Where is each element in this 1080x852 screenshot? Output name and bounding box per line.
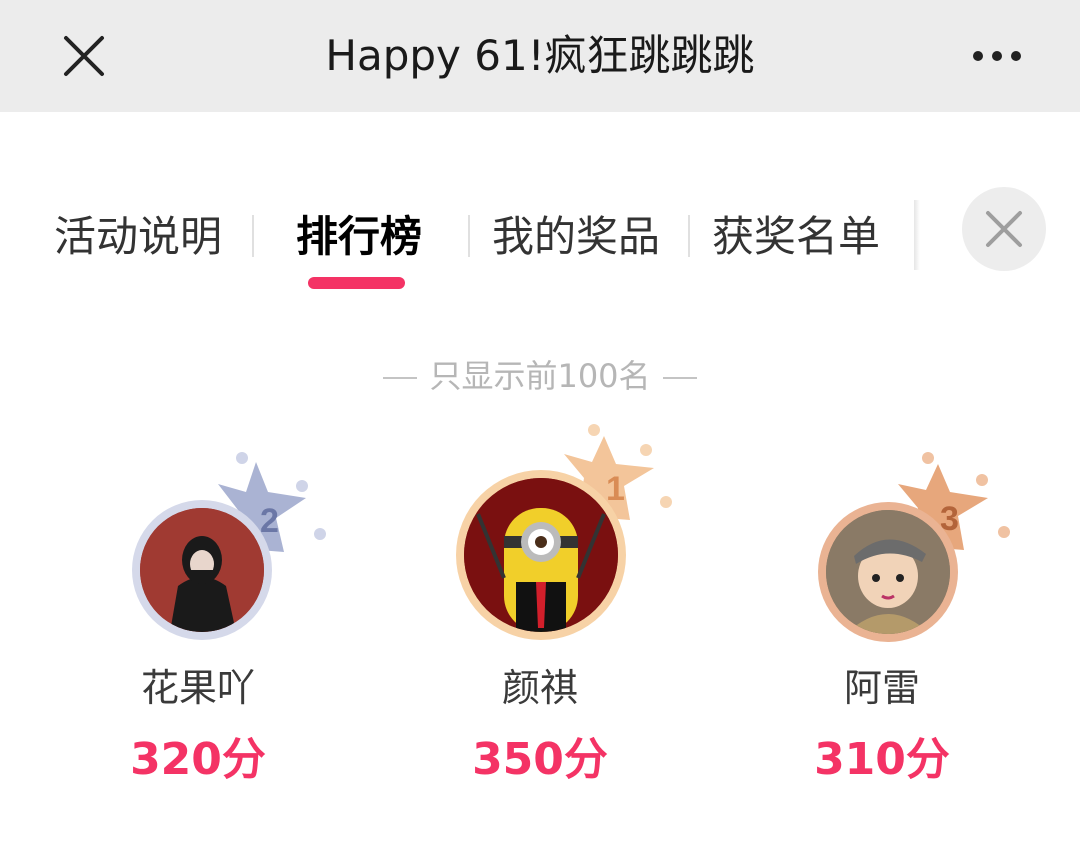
tab-activity-info[interactable]: 活动说明 [54, 211, 222, 263]
avatar [826, 510, 950, 634]
tab-scroll-fade [914, 200, 920, 270]
leaderboard-notice: 只显示前100名 [0, 354, 1080, 398]
player-score: 310分 [814, 734, 950, 785]
top-nav-bar: Happy 61!疯狂跳跳跳 [0, 0, 1080, 112]
svg-text:2: 2 [260, 502, 279, 540]
tab-divider [468, 215, 470, 257]
notice-text: 只显示前100名 [429, 357, 651, 395]
close-icon[interactable] [962, 187, 1046, 271]
avatar [464, 478, 618, 632]
divider-line [662, 377, 697, 379]
leaderboard-entry-rank-2[interactable]: 2 花果吖 320分 [68, 440, 328, 800]
page-title: Happy 61!疯狂跳跳跳 [325, 31, 755, 80]
divider-line [383, 377, 418, 379]
player-score: 350分 [472, 734, 608, 785]
player-score: 320分 [130, 734, 266, 785]
active-tab-indicator [308, 277, 405, 289]
tab-divider [252, 215, 254, 257]
more-dots-icon[interactable] [972, 36, 1022, 76]
leaderboard-entry-rank-1[interactable]: 1 颜祺 350分 [410, 420, 672, 800]
tab-leaderboard[interactable]: 排行榜 [296, 211, 422, 263]
tab-my-prizes[interactable]: 我的奖品 [492, 211, 660, 263]
avatar [140, 508, 264, 632]
svg-text:1: 1 [606, 470, 625, 508]
player-name: 颜祺 [501, 666, 578, 710]
tab-bar: 活动说明 排行榜 我的奖品 获奖名单 [0, 185, 1080, 295]
player-name: 阿雷 [843, 666, 920, 710]
leaderboard-entry-rank-3[interactable]: 3 阿雷 310分 [752, 446, 1012, 800]
tab-winners-list[interactable]: 获奖名单 [712, 211, 880, 263]
player-name: 花果吖 [140, 666, 255, 710]
tab-divider [688, 215, 690, 257]
